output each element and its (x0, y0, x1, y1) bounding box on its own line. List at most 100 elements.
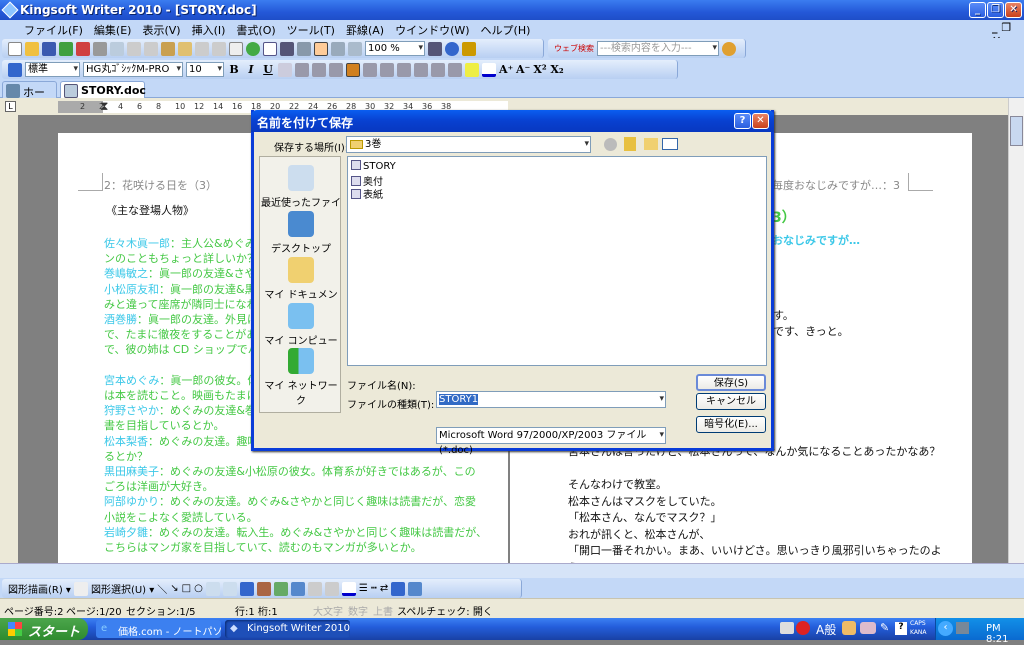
pointer-icon[interactable] (73, 581, 88, 596)
paste-icon[interactable] (161, 41, 175, 56)
zoom-select[interactable]: 100 % (365, 41, 425, 56)
place-my-network[interactable]: マイ ネットワーク (260, 348, 342, 407)
hyperlink-icon[interactable] (246, 41, 260, 56)
subscript-button[interactable]: X₂ (550, 63, 564, 76)
vertical-textbox-icon[interactable] (222, 581, 237, 596)
picture-icon[interactable] (273, 581, 288, 596)
security-icon[interactable] (796, 621, 810, 635)
view-menu-icon[interactable] (662, 138, 678, 150)
distribute-icon[interactable] (363, 62, 377, 77)
ime-help-icon[interactable]: ? (895, 622, 907, 635)
draw-menu[interactable]: 図形描画(R) ▾ (8, 581, 71, 596)
save-icon[interactable] (42, 41, 56, 56)
redo-icon[interactable] (212, 41, 226, 56)
minimize-button[interactable]: _ (969, 2, 986, 18)
diagram-icon[interactable] (290, 581, 305, 596)
menu-help[interactable]: ヘルプ(H) (481, 22, 531, 38)
shadow-icon[interactable] (391, 581, 406, 596)
help-button[interactable]: ? (734, 113, 751, 129)
line-color-icon[interactable] (324, 581, 339, 596)
underline-button[interactable]: U (261, 63, 275, 76)
show-hidden-icons-button[interactable]: ‹ (938, 621, 953, 636)
line-spacing-icon[interactable] (380, 62, 394, 77)
ime-indicator[interactable]: A般 (816, 621, 836, 638)
styles-icon[interactable] (8, 62, 22, 77)
up-folder-icon[interactable] (624, 137, 636, 151)
help-icon[interactable] (445, 41, 459, 56)
web-search-button[interactable]: ウェブ検索 (554, 43, 594, 54)
menu-file[interactable]: ファイル(F) (24, 22, 83, 38)
filename-input[interactable]: STORY1 (436, 391, 666, 408)
handwriting-icon[interactable]: ✎ (880, 621, 889, 634)
ellipse-icon[interactable]: ○ (194, 583, 203, 594)
page-view-icon[interactable] (314, 41, 328, 56)
select-shapes-menu[interactable]: 図形選択(U) ▾ (91, 581, 154, 596)
scroll-thumb[interactable] (1010, 116, 1023, 146)
cut-icon[interactable] (144, 41, 158, 56)
style-select[interactable]: 標準 (25, 62, 80, 77)
find-icon[interactable] (428, 41, 442, 56)
decrease-indent-icon[interactable] (431, 62, 445, 77)
location-select[interactable]: 3巻 (346, 136, 591, 153)
restore-button[interactable]: ❐ (987, 2, 1004, 18)
dash-style-icon[interactable]: ┅ (371, 583, 377, 594)
close-button[interactable]: ✕ (1005, 2, 1022, 18)
font-color-icon[interactable] (482, 62, 496, 77)
menu-window[interactable]: ウインドウ(W) (395, 22, 469, 38)
horizontal-scrollbar[interactable] (0, 563, 1024, 578)
save-button[interactable]: 保存(S) (696, 374, 766, 391)
tab-story-doc[interactable]: STORY.doc (60, 81, 146, 98)
align-center-icon[interactable] (312, 62, 326, 77)
file-list[interactable]: STORY 奥付 表紙 (347, 156, 767, 366)
new-icon[interactable] (8, 41, 22, 56)
keyboard-icon[interactable] (780, 622, 794, 634)
tab-stop-selector[interactable]: L (5, 101, 16, 112)
menu-edit[interactable]: 編集(E) (94, 22, 132, 38)
start-button[interactable]: スタート (0, 618, 88, 640)
superscript-button[interactable]: X² (533, 63, 547, 76)
status-spellcheck[interactable]: スペルチェック: 開く (397, 603, 493, 618)
file-item[interactable]: 表紙 (351, 186, 383, 201)
3d-icon[interactable] (408, 581, 423, 596)
bold-button[interactable]: B (227, 63, 241, 76)
dictionary-icon[interactable] (860, 622, 876, 634)
undo-icon[interactable] (195, 41, 209, 56)
arrow-style-icon[interactable]: ⇄ (380, 583, 388, 594)
menu-format[interactable]: 書式(O) (236, 22, 275, 38)
back-icon[interactable] (604, 138, 617, 151)
search-input[interactable]: ---検索内容を入力--- (597, 41, 719, 56)
tab-home[interactable]: ホーム (2, 81, 57, 115)
new-folder-icon[interactable] (644, 138, 658, 150)
taskbar-item-browser[interactable]: e 価格.com - ノートパソ... (96, 620, 221, 638)
clipart-icon[interactable] (256, 581, 271, 596)
show-marks-icon[interactable] (348, 41, 362, 56)
textbox-icon[interactable] (205, 581, 220, 596)
open-icon[interactable] (25, 41, 39, 56)
align-right-icon[interactable] (329, 62, 343, 77)
rectangle-icon[interactable]: □ (182, 583, 191, 594)
copy-icon[interactable] (127, 41, 141, 56)
highlight-icon[interactable] (465, 62, 479, 77)
pdf-icon[interactable] (76, 41, 90, 56)
wordart-icon[interactable] (239, 581, 254, 596)
font-size-select[interactable]: 10 (186, 62, 224, 77)
numbering-icon[interactable] (397, 62, 411, 77)
filetype-select[interactable]: Microsoft Word 97/2000/XP/2003 ファイル(*.do… (436, 427, 666, 456)
cancel-button[interactable]: キャンセル (696, 393, 766, 410)
align-left-icon[interactable] (295, 62, 309, 77)
line-icon[interactable]: ＼ (157, 581, 167, 596)
web-view-icon[interactable] (331, 41, 345, 56)
place-desktop[interactable]: デスクトップ (260, 211, 342, 255)
dialog-close-button[interactable]: ✕ (752, 113, 769, 129)
taskbar-item-writer[interactable]: ◆ Kingsoft Writer 2010 ... (225, 620, 350, 638)
arrow-icon[interactable]: ↘ (170, 583, 178, 594)
vertical-scrollbar[interactable] (1008, 98, 1024, 563)
char-format-icon[interactable] (278, 62, 292, 77)
bullets-icon[interactable] (414, 62, 428, 77)
formula-icon[interactable] (229, 41, 243, 56)
ime-pad-icon[interactable] (842, 621, 856, 635)
menu-table[interactable]: 罫線(A) (346, 22, 384, 38)
search-go-icon[interactable] (722, 41, 736, 56)
send-icon[interactable] (59, 41, 73, 56)
font-color-icon[interactable] (341, 581, 356, 596)
